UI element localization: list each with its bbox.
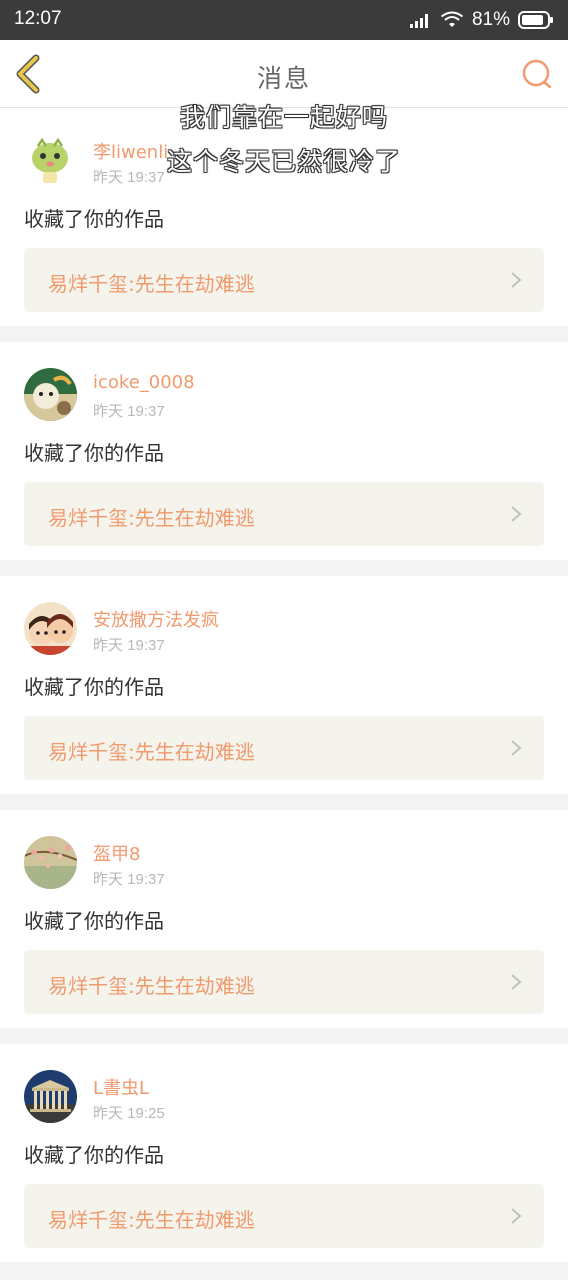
chevron-right-icon [511, 740, 522, 756]
user-avatar[interactable] [24, 836, 77, 889]
message-card: 安放撒方法发疯 昨天 19:37 收藏了你的作品 易烊千玺:先生在劫难逃 [0, 576, 568, 794]
work-title: 易烊千玺:先生在劫难逃 [48, 1208, 255, 1232]
action-text: 收藏了你的作品 [24, 675, 164, 699]
wifi-icon [440, 11, 464, 27]
signal-icon [409, 14, 428, 28]
message-card: L書虫L 昨天 19:25 收藏了你的作品 易烊千玺:先生在劫难逃 [0, 1044, 568, 1262]
user-avatar[interactable] [24, 1070, 77, 1123]
chevron-right-icon [511, 1208, 522, 1224]
status-time: 12:07 [14, 8, 62, 29]
temple-avatar [24, 1070, 77, 1123]
user-avatar[interactable] [24, 368, 77, 421]
cartoon-avatar [24, 368, 77, 421]
battery-percent: 81% [471, 9, 510, 30]
blossom-avatar [24, 836, 77, 889]
username[interactable]: icoke_0008 [93, 372, 195, 393]
work-link[interactable]: 易烊千玺:先生在劫难逃 [24, 1184, 544, 1248]
chevron-right-icon [511, 974, 522, 990]
message-time: 昨天 19:37 [93, 403, 165, 420]
message-time: 昨天 19:37 [93, 637, 165, 654]
chevron-right-icon [511, 506, 522, 522]
work-link[interactable]: 易烊千玺:先生在劫难逃 [24, 248, 544, 312]
status-indicators: 81% [409, 8, 554, 32]
page-title: 消息 [256, 64, 311, 93]
work-title: 易烊千玺:先生在劫难逃 [48, 974, 255, 998]
message-card: icoke_0008 昨天 19:37 收藏了你的作品 易烊千玺:先生在劫难逃 [0, 342, 568, 560]
search-button[interactable] [520, 57, 554, 91]
username[interactable]: 李liwenli [93, 138, 168, 164]
action-text: 收藏了你的作品 [24, 207, 164, 231]
user-avatar[interactable] [24, 602, 77, 655]
action-text: 收藏了你的作品 [24, 1143, 164, 1167]
action-text: 收藏了你的作品 [24, 909, 164, 933]
message-time: 昨天 19:25 [93, 1105, 165, 1122]
green-cartoon-avatar [24, 134, 77, 187]
user-avatar[interactable] [24, 134, 77, 187]
message-card: 李liwenli 昨天 19:37 收藏了你的作品 易烊千玺:先生在劫难逃 [0, 108, 568, 326]
work-link[interactable]: 易烊千玺:先生在劫难逃 [24, 950, 544, 1014]
message-time: 昨天 19:37 [93, 871, 165, 888]
username[interactable]: 安放撒方法发疯 [93, 606, 219, 632]
work-title: 易烊千玺:先生在劫难逃 [48, 272, 255, 296]
message-time: 昨天 19:37 [93, 169, 165, 186]
username[interactable]: L書虫L [93, 1074, 149, 1100]
work-link[interactable]: 易烊千玺:先生在劫难逃 [24, 482, 544, 546]
search-icon [522, 59, 552, 89]
chevron-right-icon [511, 272, 522, 288]
status-bar: 12:07 81% [0, 0, 568, 40]
username[interactable]: 盔甲8 [93, 840, 140, 866]
action-text: 收藏了你的作品 [24, 441, 164, 465]
work-title: 易烊千玺:先生在劫难逃 [48, 506, 255, 530]
battery-icon [518, 11, 553, 29]
message-card: 盔甲8 昨天 19:37 收藏了你的作品 易烊千玺:先生在劫难逃 [0, 810, 568, 1028]
work-title: 易烊千玺:先生在劫难逃 [48, 740, 255, 764]
cartoon-couple-avatar [24, 602, 77, 655]
nav-bar: 消息 [0, 40, 568, 108]
work-link[interactable]: 易烊千玺:先生在劫难逃 [24, 716, 544, 780]
